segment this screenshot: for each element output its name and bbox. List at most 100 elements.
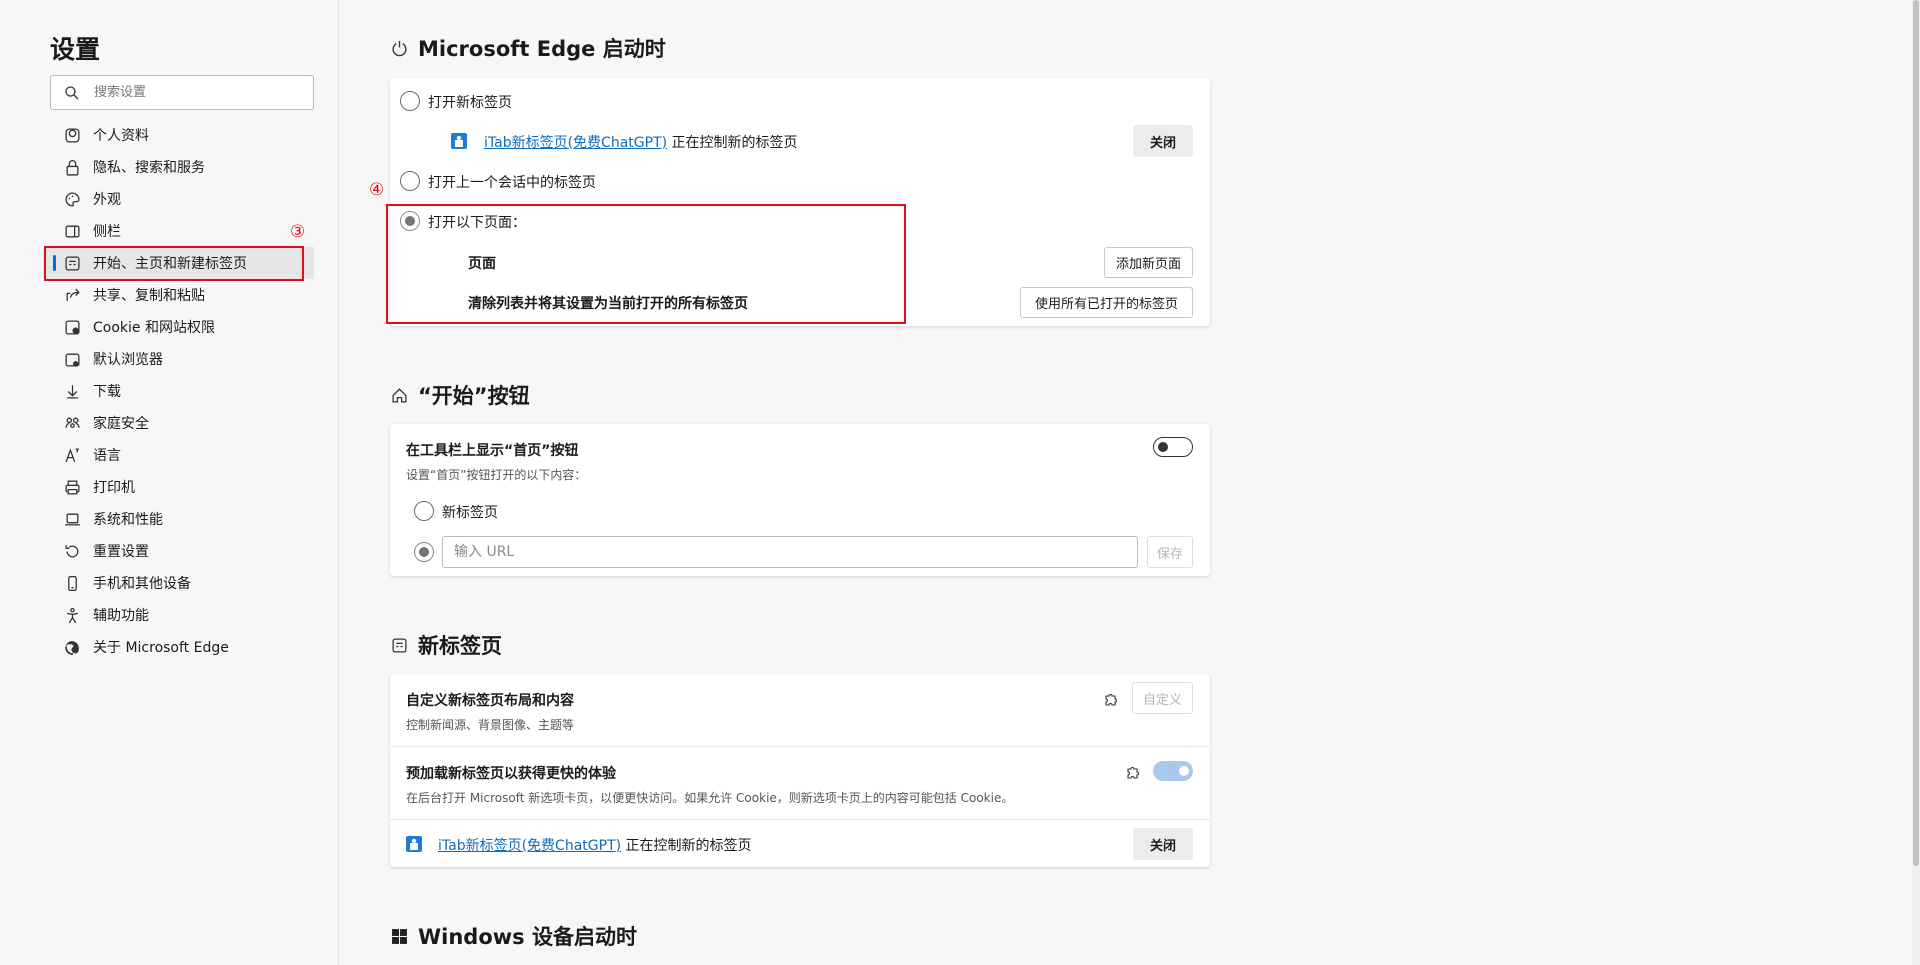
sidebar-item-label: 隐私、搜索和服务 [93,160,205,176]
family-icon [65,417,80,428]
sidebar-item-label: 外观 [93,192,121,208]
settings-sidebar: 设置 个人资料隐私、搜索和服务外观侧栏开始、主页和新建标签页共享、复制和粘贴Co… [0,0,339,965]
reset-icon [65,544,79,557]
accessibility-icon [67,607,78,623]
extension-control-text: iTab新标签页(免费ChatGPT) 正在控制新的标签页 [484,132,798,152]
palette-icon [65,191,80,207]
sidebar-item-family[interactable]: 家庭安全 [43,407,314,439]
preload-new-tab-label: 预加载新标签页以获得更快的体验 [406,766,616,782]
preload-toggle[interactable] [1153,761,1193,781]
home-button-title-text: “开始”按钮 [418,384,530,408]
cookie-icon [65,319,80,335]
sidebar-item-reset[interactable]: 重置设置 [43,535,314,567]
power-icon [392,40,407,56]
nav-highlight-box [44,246,304,281]
customize-new-tab-sub: 控制新闻源、背景图像、主题等 [406,718,575,732]
customize-new-tab-label: 自定义新标签页布局和内容 [406,693,574,709]
share-icon [66,288,80,301]
settings-nav: 个人资料 隐私、搜索和服务 外观 侧栏 开始、主页和新建标签页 共享、复制和粘贴 Cooki… [43,119,314,663]
extension-status: 正在控制新的标签页 [671,135,798,151]
sidebar-item-edge[interactable]: 关于 Microsoft Edge [43,631,314,663]
sidebar-item-profile[interactable]: 个人资料 [43,119,314,151]
startup-highlight-box [386,204,906,324]
search-input[interactable] [94,85,294,100]
home-icon [392,387,407,403]
sidebar-item-cookie[interactable]: Cookie 和网站权限 [43,311,314,343]
windows-startup-title-text: Windows 设备启动时 [418,925,637,949]
close-new-tab-extension-button[interactable]: 关闭 [1133,828,1193,860]
sidebar-item-label: Cookie 和网站权限 [93,320,215,336]
sidebar-item-lock[interactable]: 隐私、搜索和服务 [43,151,314,183]
sidebar-item-printer[interactable]: 打印机 [43,471,314,503]
scrollbar-thumb[interactable] [1913,0,1919,866]
windows-icon [392,928,407,944]
new-tab-extension-status: 正在控制新的标签页 [625,838,752,854]
sidebar-item-label: 共享、复制和粘贴 [93,288,205,304]
annotation-marker-3: ③ [290,222,306,242]
sidebar-item-label: 辅助功能 [93,608,149,624]
sidebar-item-label: 手机和其他设备 [93,576,191,592]
startup-section-title: Microsoft Edge 启动时 [391,33,666,63]
sidebar-item-label: 侧栏 [93,224,121,240]
radio-open-new-tab[interactable] [400,91,420,111]
new-tab-title-text: 新标签页 [418,634,502,658]
extension-link[interactable]: iTab新标签页(免费ChatGPT) [484,135,667,151]
new-tab-extension-text: iTab新标签页(免费ChatGPT) 正在控制新的标签页 [438,835,752,855]
sidebar-item-palette[interactable]: 外观 [43,183,314,215]
show-home-button-sub: 设置“首页”按钮打开的以下内容： [406,468,587,482]
main-scrollbar[interactable] [1912,0,1920,965]
sidebar-item-label: 系统和性能 [93,512,163,528]
sidebar-item-phone[interactable]: 手机和其他设备 [43,567,314,599]
show-home-button-label: 在工具栏上显示“首页”按钮 [406,443,579,459]
option-new-tab-label: 打开新标签页 [428,95,512,111]
puzzle-icon [1105,694,1117,706]
sidebar-item-language[interactable]: 语言 [43,439,314,471]
sidebar-title: 设置 [50,35,101,64]
home-url-input[interactable] [442,536,1138,568]
extension-icon [406,836,422,852]
close-extension-button[interactable]: 关闭 [1133,125,1193,157]
sidebar-item-download[interactable]: 下载 [43,375,314,407]
sidebar-icon [65,225,80,237]
save-url-button[interactable]: 保存 [1147,536,1193,568]
sidebar-item-label: 关于 Microsoft Edge [93,640,229,656]
sidebar-item-browser[interactable]: 默认浏览器 [43,343,314,375]
home-button-section-title: “开始”按钮 [391,380,530,410]
browser-icon [65,353,80,367]
sidebar-item-sidebar[interactable]: 侧栏 [43,215,314,247]
preload-new-tab-sub: 在后台打开 Microsoft 新选项卡页，以便更快访问。如果允许 Cookie… [406,791,1014,805]
sidebar-item-label: 个人资料 [93,128,149,144]
new-tab-icon [392,637,407,653]
phone-icon [68,575,77,591]
radio-open-previous[interactable] [400,171,420,191]
radio-home-url[interactable] [414,542,434,562]
new-tab-extension-link[interactable]: iTab新标签页(免费ChatGPT) [438,838,621,854]
sidebar-item-label: 重置设置 [93,544,149,560]
home-new-tab-label: 新标签页 [442,505,498,521]
customize-button[interactable]: 自定义 [1132,682,1193,714]
startup-title-text: Microsoft Edge 启动时 [418,37,666,61]
language-icon [65,447,79,462]
radio-home-new-tab[interactable] [414,501,434,521]
sidebar-item-share[interactable]: 共享、复制和粘贴 [43,279,314,311]
edge-icon [65,640,79,655]
annotation-marker-4: ④ [369,180,385,200]
search-icon [65,85,79,99]
add-new-page-button[interactable]: 添加新页面 [1104,247,1193,278]
home-button-toggle[interactable] [1153,437,1193,457]
lock-icon [66,159,79,176]
printer-icon [65,479,80,495]
sidebar-item-label: 语言 [93,448,121,464]
search-box[interactable] [50,75,314,110]
windows-startup-section-title: Windows 设备启动时 [391,921,637,951]
option-previous-label: 打开上一个会话中的标签页 [428,175,596,191]
use-all-open-tabs-button[interactable]: 使用所有已打开的标签页 [1020,287,1193,318]
new-tab-card: 自定义新标签页布局和内容 控制新闻源、背景图像、主题等 自定义 预加载新标签页以… [390,674,1210,867]
sidebar-item-accessibility[interactable]: 辅助功能 [43,599,314,631]
new-tab-section-title: 新标签页 [391,630,502,660]
sidebar-item-label: 打印机 [93,480,135,496]
divider [390,746,1210,747]
sidebar-item-label: 默认浏览器 [93,352,163,368]
sidebar-item-laptop[interactable]: 系统和性能 [43,503,314,535]
divider [390,819,1210,820]
